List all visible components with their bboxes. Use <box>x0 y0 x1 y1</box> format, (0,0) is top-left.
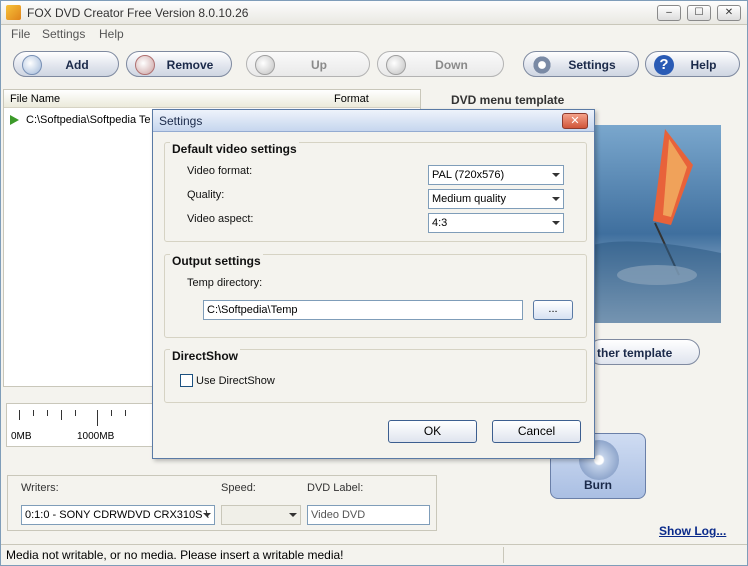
chevron-down-icon <box>286 506 300 524</box>
use-directshow-label: Use DirectShow <box>196 375 275 387</box>
writers-panel: Writers: Speed: DVD Label: 0:1:0 - SONY … <box>7 475 437 531</box>
dvd-label-input[interactable]: Video DVD <box>307 505 430 525</box>
dvd-label-label: DVD Label: <box>307 482 364 494</box>
size-ruler: 0MB 1000MB <box>6 403 156 447</box>
windsurfer-image <box>593 129 721 323</box>
aspect-select[interactable]: 4:3 <box>428 213 564 233</box>
chevron-down-icon <box>549 190 563 208</box>
menu-file[interactable]: File <box>11 27 30 41</box>
output-settings-title: Output settings <box>170 254 263 268</box>
menu-bar: File Settings Help <box>1 25 747 43</box>
template-preview-image[interactable] <box>593 125 721 323</box>
chevron-down-icon <box>549 214 563 232</box>
minimize-button[interactable]: – <box>657 5 681 21</box>
list-item[interactable]: C:\Softpedia\Softpedia Te <box>10 114 151 126</box>
play-arrow-icon <box>10 115 19 126</box>
temp-directory-label: Temp directory: <box>187 277 263 289</box>
column-file-name[interactable]: File Name <box>10 93 60 105</box>
ruler-tick <box>19 410 20 420</box>
up-button[interactable]: Up <box>246 51 370 77</box>
other-template-button[interactable]: ther template <box>588 339 700 365</box>
cancel-button[interactable]: Cancel <box>492 420 581 443</box>
ruler-label-0: 0MB <box>11 431 32 442</box>
show-log-link[interactable]: Show Log... <box>659 524 726 538</box>
writers-label: Writers: <box>21 482 59 494</box>
toolbar: Add Remove Up Down Settings ? Help <box>1 45 747 85</box>
ruler-tick <box>47 410 48 416</box>
browse-button[interactable]: ... <box>533 300 573 320</box>
video-format-select[interactable]: PAL (720x576) <box>428 165 564 185</box>
file-list-header: File Name Format <box>4 90 420 108</box>
close-button[interactable]: ✕ <box>717 5 741 21</box>
quality-label: Quality: <box>187 189 225 201</box>
status-bar: Media not writable, or no media. Please … <box>1 544 747 565</box>
directshow-title: DirectShow <box>170 349 241 363</box>
temp-directory-input[interactable]: C:\Softpedia\Temp <box>203 300 523 320</box>
ruler-tick <box>111 410 112 416</box>
ruler-tick <box>33 410 34 416</box>
dialog-close-button[interactable]: ✕ <box>562 113 588 129</box>
speed-label: Speed: <box>221 482 256 494</box>
down-button[interactable]: Down <box>377 51 504 77</box>
ruler-tick <box>61 410 62 420</box>
use-directshow-checkbox[interactable] <box>180 374 193 387</box>
menu-help[interactable]: Help <box>99 27 124 41</box>
ruler-tick <box>97 410 98 426</box>
video-format-label: Video format: <box>187 165 253 177</box>
aspect-label: Video aspect: <box>187 213 254 225</box>
ok-button[interactable]: OK <box>388 420 477 443</box>
dialog-title: Settings <box>159 114 203 128</box>
output-settings-group: Output settings <box>164 254 587 338</box>
ruler-label-1000: 1000MB <box>77 431 115 442</box>
help-button[interactable]: ? Help <box>645 51 740 77</box>
menu-template-title: DVD menu template <box>451 93 565 107</box>
ruler-tick <box>75 410 76 416</box>
settings-button[interactable]: Settings <box>523 51 639 77</box>
settings-dialog: Settings ✕ Default video settings Video … <box>152 109 595 459</box>
remove-button[interactable]: Remove <box>126 51 232 77</box>
title-bar: FOX DVD Creator Free Version 8.0.10.26 –… <box>1 1 747 25</box>
add-button[interactable]: Add <box>13 51 119 77</box>
speed-select[interactable] <box>221 505 301 525</box>
ruler-tick <box>125 410 126 416</box>
chevron-down-icon <box>549 166 563 184</box>
column-format[interactable]: Format <box>334 93 369 105</box>
menu-settings[interactable]: Settings <box>42 27 85 41</box>
dialog-title-bar: Settings ✕ <box>153 110 594 132</box>
app-icon <box>6 5 21 20</box>
status-divider <box>503 547 504 563</box>
maximize-button[interactable]: ☐ <box>687 5 711 21</box>
chevron-down-icon <box>200 506 214 524</box>
writers-select[interactable]: 0:1:0 - SONY CDRWDVD CRX310S \ <box>21 505 215 525</box>
status-message: Media not writable, or no media. Please … <box>6 548 344 562</box>
window-title: FOX DVD Creator Free Version 8.0.10.26 <box>27 6 249 20</box>
video-settings-title: Default video settings <box>170 142 299 156</box>
quality-select[interactable]: Medium quality <box>428 189 564 209</box>
